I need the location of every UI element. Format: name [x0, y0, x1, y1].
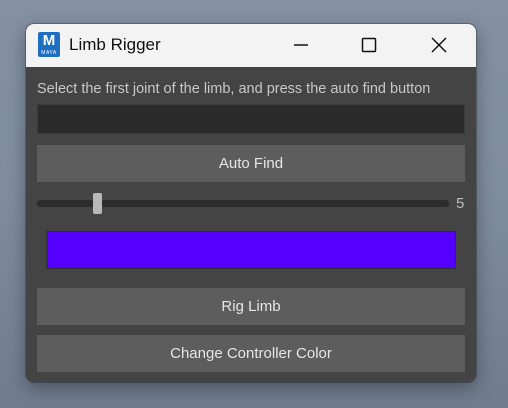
main-panel: Select the first joint of the limb, and … [26, 67, 476, 382]
maya-icon-caption: MAYA [41, 50, 57, 56]
title-bar[interactable]: M MAYA Limb Rigger [26, 24, 476, 67]
limb-rigger-window: M MAYA Limb Rigger Select the first join… [26, 24, 476, 382]
rig-limb-button[interactable]: Rig Limb [37, 288, 465, 325]
joint-field[interactable] [37, 104, 465, 134]
minimize-icon [294, 44, 308, 46]
maximize-icon [361, 37, 377, 53]
maya-icon-letter: M [42, 32, 56, 49]
slider-handle[interactable] [93, 193, 102, 214]
maximize-button[interactable] [346, 24, 392, 67]
close-icon [431, 37, 447, 53]
minimize-button[interactable] [278, 24, 324, 67]
close-button[interactable] [416, 24, 462, 67]
change-controller-color-button[interactable]: Change Controller Color [37, 335, 465, 372]
maya-icon: M MAYA [38, 32, 60, 57]
slider-value: 5 [456, 195, 465, 212]
auto-find-button[interactable]: Auto Find [37, 145, 465, 182]
window-title: Limb Rigger [69, 35, 161, 54]
controller-color-swatch[interactable] [46, 231, 456, 269]
instruction-text: Select the first joint of the limb, and … [37, 81, 431, 97]
